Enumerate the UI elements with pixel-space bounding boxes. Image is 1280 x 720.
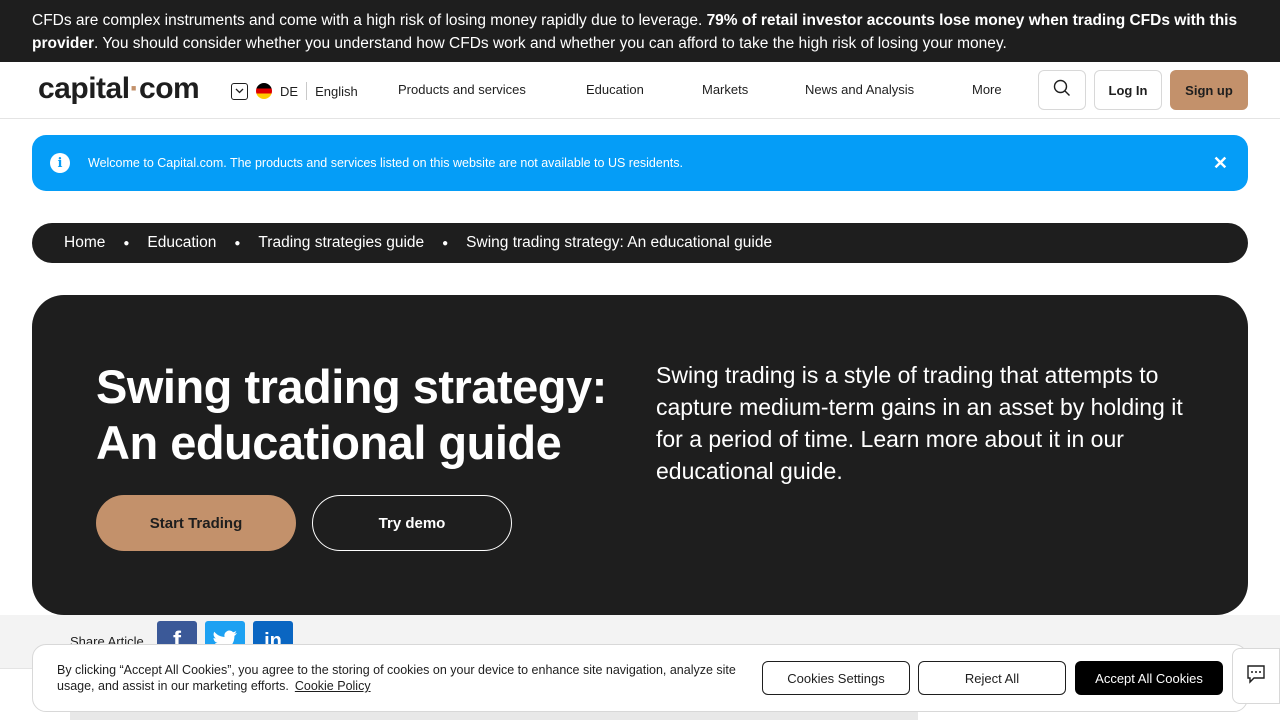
risk-warning-banner: CFDs are complex instruments and come wi… bbox=[0, 0, 1280, 62]
breadcrumb-education[interactable]: Education bbox=[147, 234, 216, 252]
close-icon[interactable]: ✕ bbox=[1213, 153, 1228, 174]
chat-icon bbox=[1246, 664, 1266, 689]
logo-text-right: com bbox=[139, 72, 200, 105]
site-header: capital·com DE English Products and serv… bbox=[0, 62, 1280, 119]
cookie-text-block: By clicking “Accept All Cookies”, you ag… bbox=[57, 662, 747, 694]
signup-button[interactable]: Sign up bbox=[1170, 70, 1248, 110]
logo-dot: · bbox=[129, 72, 140, 105]
risk-warning-text-2: . You should consider whether you unders… bbox=[94, 35, 1007, 52]
nav-products-and-services[interactable]: Products and services bbox=[398, 82, 526, 97]
chat-button[interactable] bbox=[1232, 648, 1280, 704]
breadcrumb-trading-strategies-guide[interactable]: Trading strategies guide bbox=[258, 234, 424, 252]
notice-text: Welcome to Capital.com. The products and… bbox=[88, 156, 683, 170]
breadcrumb-home[interactable]: Home bbox=[64, 234, 105, 252]
try-demo-button[interactable]: Try demo bbox=[312, 495, 512, 551]
accept-all-cookies-button[interactable]: Accept All Cookies bbox=[1075, 661, 1223, 695]
cookie-text: By clicking “Accept All Cookies”, you ag… bbox=[57, 663, 736, 693]
nav-more[interactable]: More bbox=[972, 82, 1002, 97]
page-title: Swing trading strategy: An educational g… bbox=[96, 360, 607, 469]
chevron-down-icon bbox=[231, 82, 248, 100]
cookie-policy-link[interactable]: Cookie Policy bbox=[295, 679, 371, 693]
nav-education[interactable]: Education bbox=[586, 82, 644, 97]
search-icon bbox=[1053, 79, 1071, 102]
language-label: English bbox=[315, 83, 358, 99]
hero-description: Swing trading is a style of trading that… bbox=[656, 362, 1183, 484]
cookies-settings-button[interactable]: Cookies Settings bbox=[762, 661, 910, 695]
info-icon: i bbox=[50, 153, 70, 173]
nav-markets[interactable]: Markets bbox=[702, 82, 748, 97]
logo[interactable]: capital·com bbox=[38, 72, 200, 106]
content-placeholder bbox=[70, 712, 918, 720]
risk-warning-text: CFDs are complex instruments and come wi… bbox=[32, 12, 707, 29]
login-button[interactable]: Log In bbox=[1094, 70, 1162, 110]
search-button[interactable] bbox=[1038, 70, 1086, 110]
breadcrumb-separator: ● bbox=[442, 237, 449, 249]
us-residents-notice: i Welcome to Capital.com. The products a… bbox=[32, 135, 1248, 191]
logo-text-left: capital bbox=[38, 72, 130, 105]
breadcrumb-current: Swing trading strategy: An educational g… bbox=[466, 234, 773, 251]
germany-flag-icon bbox=[256, 83, 272, 99]
reject-all-button[interactable]: Reject All bbox=[918, 661, 1066, 695]
divider bbox=[306, 82, 308, 100]
hero-section: Swing trading strategy: An educational g… bbox=[32, 295, 1248, 615]
breadcrumb-separator: ● bbox=[234, 237, 241, 249]
breadcrumb: Home ● Education ● Trading strategies gu… bbox=[32, 223, 1248, 263]
language-selector[interactable]: DE English bbox=[231, 81, 358, 101]
cookie-consent-banner: By clicking “Accept All Cookies”, you ag… bbox=[32, 644, 1248, 712]
start-trading-button[interactable]: Start Trading bbox=[96, 495, 296, 551]
region-code: DE bbox=[280, 83, 299, 99]
breadcrumb-separator: ● bbox=[123, 237, 130, 249]
nav-news-and-analysis[interactable]: News and Analysis bbox=[805, 82, 914, 97]
